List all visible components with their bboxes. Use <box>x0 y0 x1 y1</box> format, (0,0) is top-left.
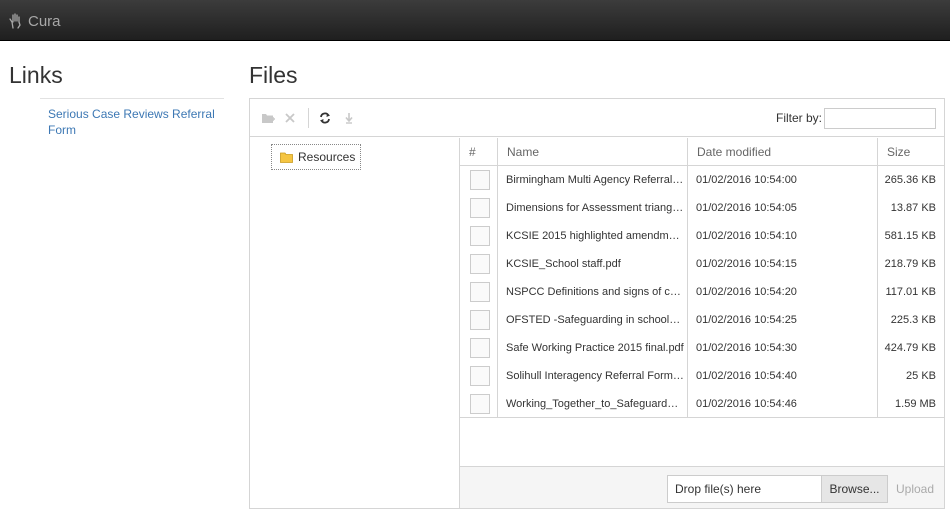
file-thumbnail <box>470 338 490 358</box>
file-row[interactable]: KCSIE 2015 highlighted amendmen... 01/02/… <box>460 222 944 250</box>
file-size: 265.36 KB <box>884 174 936 186</box>
file-size: 13.87 KB <box>890 202 936 214</box>
file-name: OFSTED -Safeguarding in schools B... <box>506 314 684 326</box>
link-serious-case-reviews[interactable]: Serious Case Reviews Referral Form <box>48 106 224 138</box>
delete-icon <box>285 113 295 123</box>
brand-title: Cura <box>28 12 61 30</box>
file-thumbnail <box>470 198 490 218</box>
download-button[interactable] <box>342 111 356 125</box>
file-name: Dimensions for Assessment triangle... <box>506 202 684 214</box>
download-icon <box>345 113 353 124</box>
file-name: Safe Working Practice 2015 final.pdf <box>506 342 684 354</box>
file-date-modified: 01/02/2016 10:54:46 <box>696 398 797 410</box>
links-heading: Links <box>9 62 63 88</box>
file-size: 117.01 KB <box>885 286 936 298</box>
tree-node-label: Resources <box>298 150 356 164</box>
grid-header: # Name Date modified Size <box>460 138 944 166</box>
col-header-name[interactable]: Name <box>497 138 687 166</box>
file-size: 218.79 KB <box>884 258 936 270</box>
file-grid: # Name Date modified Size Birmingham Mul… <box>460 138 944 468</box>
grid-bottom-border <box>460 417 944 418</box>
toolbar-separator <box>308 108 309 128</box>
file-date-modified: 01/02/2016 10:54:30 <box>696 342 797 354</box>
links-divider <box>40 98 224 99</box>
file-thumbnail <box>470 394 490 414</box>
file-size: 1.59 MB <box>895 398 936 410</box>
file-thumbnail <box>470 282 490 302</box>
file-size: 25 KB <box>906 370 936 382</box>
file-row[interactable]: Dimensions for Assessment triangle... 01/… <box>460 194 944 222</box>
file-date-modified: 01/02/2016 10:54:20 <box>696 286 797 298</box>
col-header-date[interactable]: Date modified <box>687 138 877 166</box>
file-name: KCSIE 2015 highlighted amendmen... <box>506 230 684 242</box>
file-row[interactable]: KCSIE_School staff.pdf 01/02/2016 10:54:1… <box>460 250 944 278</box>
upload-button[interactable]: Upload <box>896 475 934 503</box>
new-folder-icon <box>262 114 275 123</box>
brand-link[interactable]: Cura <box>9 11 61 31</box>
filter-label: Filter by: <box>776 111 823 125</box>
col-header-number[interactable]: # <box>460 138 497 166</box>
col-header-size[interactable]: Size <box>877 138 944 166</box>
file-name: Solihull Interagency Referral Form.d... <box>506 370 684 382</box>
new-folder-button[interactable] <box>261 111 275 125</box>
file-thumbnail <box>470 254 490 274</box>
upload-bar: Drop file(s) here Browse... Upload <box>460 466 944 508</box>
tree-node-resources[interactable]: Resources <box>271 144 362 170</box>
refresh-button[interactable] <box>318 111 332 125</box>
file-thumbnail <box>470 366 490 386</box>
file-manager: Filter by: Resources # Name Date modifie… <box>249 98 945 509</box>
file-name: Birmingham Multi Agency Referral ... <box>506 174 684 186</box>
file-date-modified: 01/02/2016 10:54:40 <box>696 370 797 382</box>
file-row[interactable]: Working_Together_to_Safeguard_C... 01/02/… <box>460 390 944 418</box>
file-date-modified: 01/02/2016 10:54:00 <box>696 174 797 186</box>
file-size: 225.3 KB <box>890 314 936 326</box>
file-toolbar: Filter by: <box>250 99 944 137</box>
file-row[interactable]: Birmingham Multi Agency Referral ... 01/0… <box>460 166 944 194</box>
file-size: 424.79 KB <box>884 342 936 354</box>
file-size: 581.15 KB <box>884 230 936 242</box>
refresh-icon <box>320 112 330 124</box>
top-navbar: Cura <box>0 0 950 41</box>
file-date-modified: 01/02/2016 10:54:05 <box>696 202 797 214</box>
file-name: KCSIE_School staff.pdf <box>506 258 621 270</box>
file-date-modified: 01/02/2016 10:54:10 <box>696 230 797 242</box>
files-heading: Files <box>249 62 298 88</box>
file-date-modified: 01/02/2016 10:54:15 <box>696 258 797 270</box>
folder-tree: Resources <box>250 138 460 508</box>
file-name: Working_Together_to_Safeguard_C... <box>506 398 684 410</box>
hand-logo-icon <box>9 13 21 29</box>
file-row[interactable]: Safe Working Practice 2015 final.pdf 01/0… <box>460 334 944 362</box>
file-thumbnail <box>470 170 490 190</box>
file-name: NSPCC Definitions and signs of chil... <box>506 286 684 298</box>
file-dropzone[interactable]: Drop file(s) here <box>667 475 822 503</box>
file-row[interactable]: Solihull Interagency Referral Form.d... 0… <box>460 362 944 390</box>
delete-button[interactable] <box>283 111 297 125</box>
file-thumbnail <box>470 310 490 330</box>
file-row[interactable]: NSPCC Definitions and signs of chil... 01… <box>460 278 944 306</box>
folder-icon <box>280 152 293 163</box>
browse-button[interactable]: Browse... <box>822 475 888 503</box>
filter-input[interactable] <box>824 108 936 129</box>
file-thumbnail <box>470 226 490 246</box>
file-date-modified: 01/02/2016 10:54:25 <box>696 314 797 326</box>
file-row[interactable]: OFSTED -Safeguarding in schools B... 01/0… <box>460 306 944 334</box>
